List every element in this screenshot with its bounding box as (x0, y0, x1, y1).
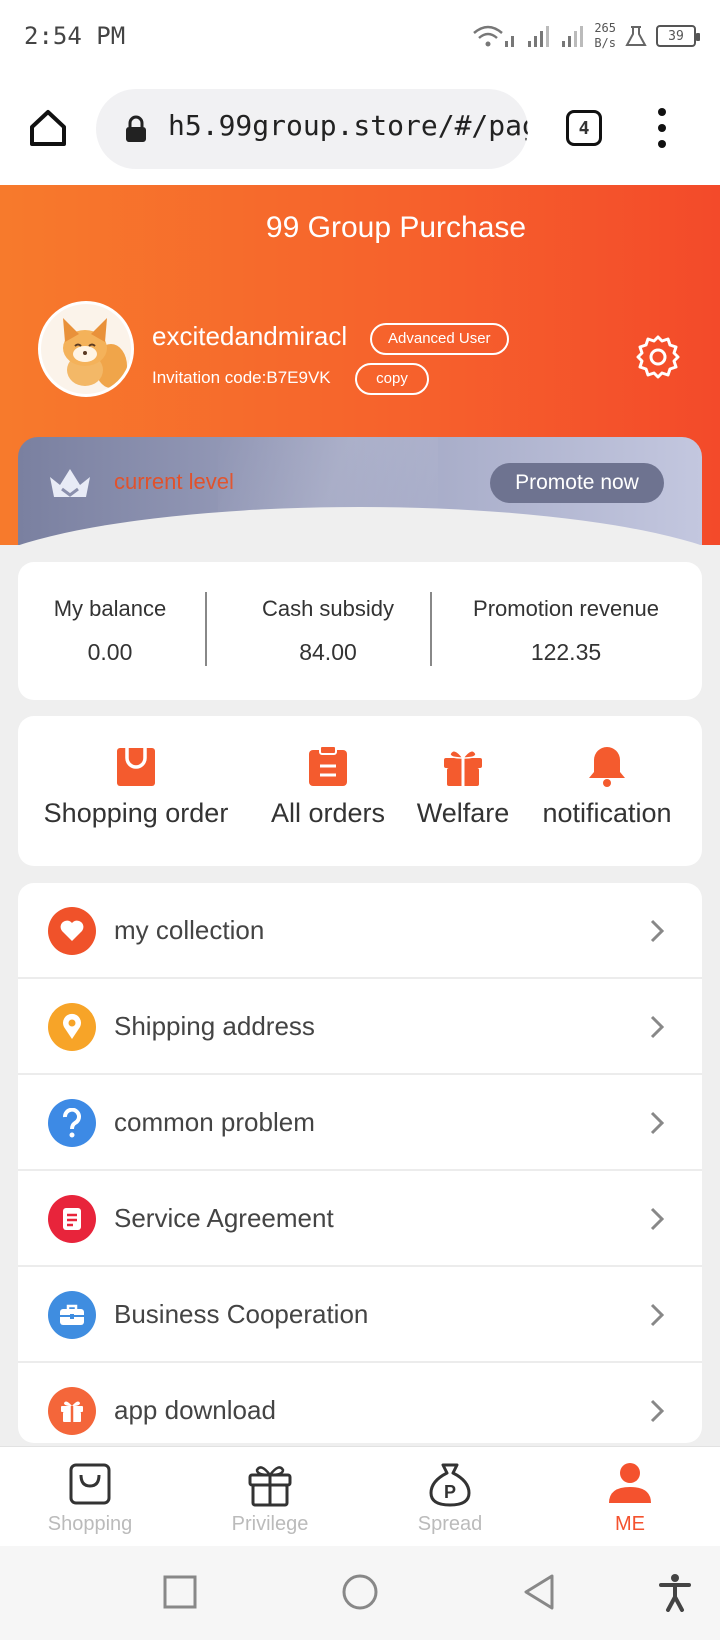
current-level-label: current level (114, 469, 234, 494)
tab-privilege[interactable]: Privilege (200, 1459, 340, 1536)
menu-item-label: common problem (114, 1107, 315, 1137)
promote-now-button[interactable]: Promote now (490, 463, 664, 503)
address-bar[interactable]: h5.99group.store/#/pages (96, 89, 528, 169)
page-title: 99 Group Purchase (265, 211, 527, 244)
lock-icon (126, 115, 146, 142)
menu-item-shipping-address[interactable]: Shipping address (18, 979, 702, 1075)
stat-my-balance[interactable]: My balance 0.00 (18, 562, 202, 700)
net-speed: 265 B/s (594, 21, 616, 51)
system-nav-bar (0, 1546, 720, 1640)
recents-icon[interactable] (160, 1572, 200, 1612)
avatar[interactable] (38, 301, 134, 397)
notification-button[interactable]: notification (532, 744, 682, 829)
url-text: h5.99group.store/#/pages (168, 109, 528, 142)
tab-spread[interactable]: P Spread (380, 1459, 520, 1536)
chevron-right-icon (650, 1015, 664, 1039)
balance-card: My balance 0.00 Cash subsidy 84.00 Promo… (18, 562, 702, 700)
stat-value: 84.00 (299, 639, 357, 665)
menu-item-business-cooperation[interactable]: Business Cooperation (18, 1267, 702, 1363)
money-bag-icon: P (429, 1463, 471, 1507)
menu-item-label: app download (114, 1395, 276, 1425)
all-orders-button[interactable]: All orders (258, 744, 398, 829)
fox-avatar-image (41, 304, 131, 394)
menu-item-label: Shipping address (114, 1011, 315, 1041)
status-bar: 2:54 PM 265 B/s 39 (0, 0, 720, 72)
heart-icon (48, 907, 96, 955)
stat-divider (205, 592, 207, 666)
status-time: 2:54 PM (24, 22, 126, 50)
bell-icon (589, 747, 625, 787)
tab-switcher-button[interactable]: 4 (566, 110, 602, 146)
chevron-right-icon (650, 1111, 664, 1135)
signal-icon-2 (562, 26, 584, 47)
briefcase-icon (48, 1291, 96, 1339)
flask-icon (625, 26, 647, 46)
chevron-right-icon (650, 919, 664, 943)
menu-item-label: Service Agreement (114, 1203, 334, 1233)
quick-label: All orders (270, 798, 386, 828)
tab-label: Privilege (231, 1513, 309, 1535)
accessibility-icon[interactable] (655, 1572, 695, 1612)
tab-label: ME (615, 1513, 645, 1535)
stat-value: 0.00 (87, 639, 133, 665)
stat-value: 122.35 (530, 639, 602, 665)
user-level-badge: Advanced User (370, 323, 509, 355)
quick-label: Shopping order (43, 798, 229, 828)
browser-menu-icon[interactable] (652, 108, 672, 148)
invitation-code: Invitation code:B7E9VK (152, 368, 331, 387)
chevron-right-icon (650, 1303, 664, 1327)
tab-shopping[interactable]: Shopping (20, 1459, 160, 1536)
tab-label: Shopping (47, 1513, 133, 1535)
stat-label: Promotion revenue (473, 596, 659, 621)
location-pin-icon (48, 1003, 96, 1051)
battery-icon: 39 (656, 25, 700, 47)
question-icon (48, 1099, 96, 1147)
person-icon (609, 1463, 651, 1503)
chevron-right-icon (650, 1399, 664, 1423)
gift-icon (248, 1466, 292, 1507)
tab-me[interactable]: ME (560, 1459, 700, 1536)
stat-cash-subsidy[interactable]: Cash subsidy 84.00 (208, 562, 448, 700)
shopping-order-button[interactable]: Shopping order (36, 744, 236, 829)
stat-label: My balance (53, 596, 167, 621)
bottom-tab-bar: Shopping Privilege P Spread ME (0, 1446, 720, 1546)
svg-text:P: P (444, 1482, 456, 1502)
clipboard-icon (309, 745, 347, 786)
net-speed-unit: B/s (594, 36, 616, 50)
browser-toolbar: h5.99group.store/#/pages 4 (0, 72, 720, 185)
menu-item-label: my collection (114, 915, 265, 945)
status-indicators: 265 B/s 39 (472, 14, 700, 58)
menu-item-label: Business Cooperation (114, 1299, 369, 1329)
net-speed-value: 265 (594, 21, 616, 35)
menu-item-app-download[interactable]: app download (18, 1363, 702, 1443)
document-icon (48, 1195, 96, 1243)
quick-label: notification (542, 798, 672, 828)
shopping-bag-icon (69, 1463, 111, 1505)
quick-actions-card: Shopping order All orders Welfare notifi… (18, 716, 702, 866)
shopping-bag-icon (117, 748, 155, 786)
tab-label: Spread (417, 1513, 483, 1535)
welfare-button[interactable]: Welfare (398, 744, 528, 829)
copy-button[interactable]: copy (355, 363, 429, 395)
stat-divider (430, 592, 432, 666)
wifi-icon (473, 25, 515, 47)
gift-icon (444, 750, 482, 786)
menu-item-service-agreement[interactable]: Service Agreement (18, 1171, 702, 1267)
profile-header: 99 Group Purchase excitedandmiracl Advan… (0, 185, 720, 545)
back-icon[interactable] (520, 1572, 560, 1612)
signal-icon (528, 26, 550, 47)
quick-label: Welfare (416, 798, 510, 828)
crown-icon (50, 469, 90, 497)
stat-promotion-revenue[interactable]: Promotion revenue 122.35 (438, 562, 694, 700)
username: excitedandmiracl (152, 321, 348, 351)
stat-label: Cash subsidy (261, 596, 395, 621)
gift-icon (48, 1387, 96, 1435)
menu-item-my-collection[interactable]: my collection (18, 883, 702, 979)
home-circle-icon[interactable] (340, 1572, 380, 1612)
chevron-right-icon (650, 1207, 664, 1231)
gear-icon[interactable] (634, 333, 682, 381)
menu-list: my collection Shipping address common pr… (18, 883, 702, 1443)
home-icon[interactable] (26, 106, 70, 150)
menu-item-common-problem[interactable]: common problem (18, 1075, 702, 1171)
